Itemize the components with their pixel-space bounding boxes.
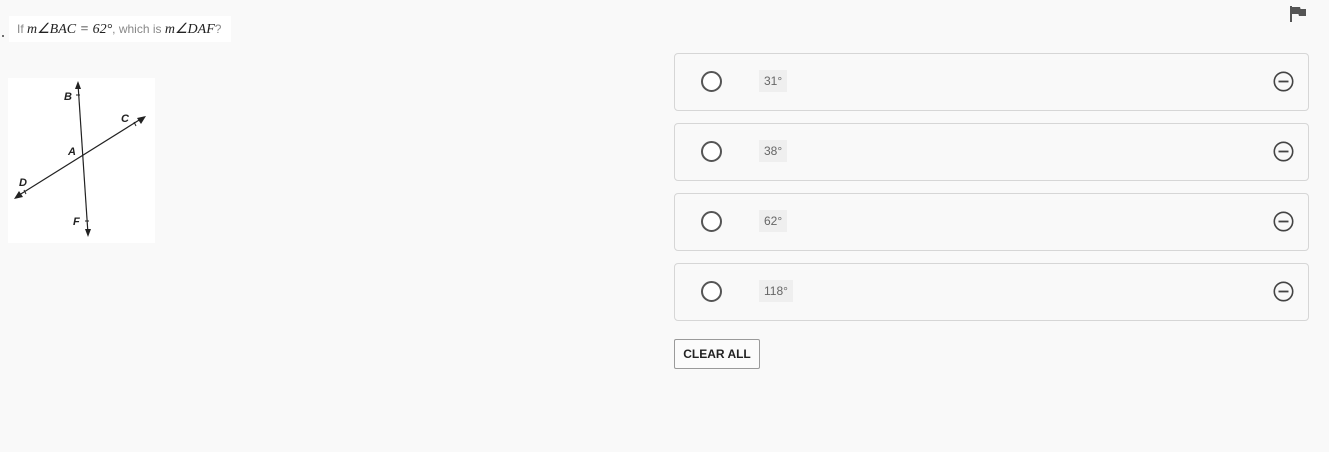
choice-label: 118° — [759, 280, 793, 302]
minus-circle-icon[interactable] — [1273, 71, 1294, 92]
minus-circle-icon[interactable] — [1273, 281, 1294, 302]
label-b: B — [64, 91, 72, 103]
answer-choice-1[interactable]: 31° — [674, 53, 1309, 111]
question-prompt: If m∠BAC = 62° , which is m∠DAF ? — [9, 16, 232, 42]
choice-label: 31° — [759, 70, 788, 92]
answer-choice-2[interactable]: 38° — [674, 123, 1309, 181]
question-suffix: ? — [214, 22, 222, 36]
answer-choice-3[interactable]: 62° — [674, 193, 1309, 251]
arrowhead-b — [75, 81, 81, 89]
asked-angle-measure: m∠DAF — [164, 21, 215, 37]
minus-circle-icon[interactable] — [1273, 211, 1294, 232]
minus-circle-icon[interactable] — [1273, 141, 1294, 162]
question-middle: , which is — [112, 22, 162, 36]
radio-circle-icon[interactable] — [701, 211, 722, 232]
label-f: F — [73, 216, 80, 228]
arrowhead-f — [85, 229, 91, 237]
radio-circle-icon[interactable] — [701, 141, 722, 162]
question-prefix: If — [17, 22, 24, 36]
flag-icon[interactable] — [1288, 4, 1308, 24]
arrowhead-d — [14, 191, 23, 199]
answer-choice-4[interactable]: 118° — [674, 263, 1309, 321]
line-dc — [15, 116, 145, 198]
label-c: C — [121, 113, 130, 125]
label-a: A — [67, 146, 76, 158]
clear-all-button[interactable]: CLEAR ALL — [674, 339, 760, 369]
line-bf — [77, 83, 89, 235]
radio-circle-icon[interactable] — [701, 71, 722, 92]
arrowhead-c — [137, 116, 146, 124]
intersecting-lines-diagram: B C A D F — [8, 78, 155, 243]
choice-label: 38° — [759, 140, 788, 162]
label-d: D — [19, 177, 27, 189]
stray-dot — [2, 35, 4, 37]
choice-label: 62° — [759, 210, 788, 232]
radio-circle-icon[interactable] — [701, 281, 722, 302]
given-angle-measure: m∠BAC = 62° — [27, 21, 113, 37]
